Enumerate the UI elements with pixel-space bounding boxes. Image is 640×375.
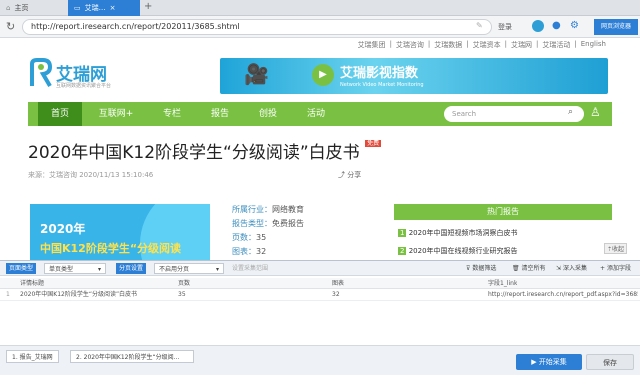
save-button[interactable]: 保存 [586,354,634,370]
column-header[interactable]: 详情标题 [20,278,44,289]
hot-reports-header: 热门报告 [394,204,612,220]
play-icon: ▶ [531,358,537,366]
page-icon: ▭ [74,4,81,12]
browser-tab-bar: ⌂ 主页 ▭ 艾瑞… × + [0,0,640,16]
bottom-bar: 1. 报告_艾瑞网 2. 2020年中国K12阶段学生“分级阅... ▶ 开始采… [0,345,640,375]
tab-home[interactable]: ⌂ 主页 [0,0,68,16]
paging-select[interactable]: 不启用分页 ▾ [154,263,224,274]
camera-icon: 🎥 [244,62,269,86]
top-link[interactable]: 艾瑞网 [511,40,532,50]
report-cover[interactable]: 2020年 中国K12阶段学生“分级阅读 [30,204,210,260]
nav-report[interactable]: 报告 [200,102,240,126]
paging-label: 分页设置 [116,263,147,274]
url-field[interactable]: http://report.iresearch.cn/report/202011… [22,19,492,35]
page-type-label: 页面类型 [6,263,37,274]
cell-title[interactable]: 2020年中国K12阶段学生“分级阅读”白皮书 [20,289,172,300]
share-icon: ⤴ [338,171,345,179]
collapse-button[interactable]: ⇡收起 [604,243,628,254]
top-links: 艾瑞集团 | 艾瑞咨询 | 艾瑞数据 | 艾瑞资本 | 艾瑞网 | 艾瑞活动 | Engli… [357,40,606,50]
free-badge: 免费 [365,140,382,147]
filter-icon: ⊽ [466,265,471,272]
ad-banner[interactable]: 🎥 ▶ 艾瑞影视指数 Network Video Market Monitori… [220,58,608,94]
table-header: 详情标题 页数 图表 字段1_link [0,278,640,289]
step-tab[interactable]: 1. 报告_艾瑞网 [6,350,59,363]
search-icon[interactable]: ⌕ [568,107,573,117]
info-type: 报告类型：免费报告 [232,219,304,228]
hot-report-item[interactable]: 1 2020年中国短视频市场洞察白皮书 [398,228,518,238]
login-link[interactable]: 登录 [498,22,512,32]
cell-pages[interactable]: 35 [178,289,186,300]
panel-toolbar: 页面类型 单页类型 ▾ 分页设置 不启用分页 ▾ 设置采集范围 ⊽ 数据筛选 🗑 清… [0,261,640,276]
step-tab[interactable]: 2. 2020年中国K12阶段学生“分级阅... [70,350,194,363]
top-link[interactable]: 艾瑞活动 [542,40,570,50]
chevron-down-icon: ▾ [97,266,101,273]
table-row[interactable]: 1 2020年中国K12阶段学生“分级阅读”白皮书 35 32 http://r… [0,289,640,301]
column-header[interactable]: 页数 [178,278,190,289]
column-header[interactable]: 图表 [332,278,344,289]
page-type-select[interactable]: 单页类型 ▾ [44,263,106,274]
row-index: 1 [6,291,10,298]
main-nav: 首页 互联网+ 专栏 报告 创投 活动 Search ⌕ ♙ [28,102,612,126]
cell-charts[interactable]: 32 [332,289,340,300]
article-meta: 来源：艾瑞咨询 2020/11/13 15:10:46 [28,171,154,179]
top-link[interactable]: 艾瑞集团 [358,40,386,50]
article-title: 2020年中国K12阶段学生“分级阅读”白皮书 免费 [28,140,382,163]
deep-icon: ⇲ [556,265,562,272]
nav-events[interactable]: 活动 [296,102,336,126]
nav-venture[interactable]: 创投 [248,102,288,126]
extension-icon[interactable] [532,20,544,32]
web-page: 艾瑞集团 | 艾瑞咨询 | 艾瑞数据 | 艾瑞资本 | 艾瑞网 | 艾瑞活动 | Engli… [0,38,640,260]
top-link[interactable]: 艾瑞数据 [434,40,462,50]
deep-collect-button[interactable]: ⇲ 深入采集 [556,263,587,274]
cell-link[interactable]: http://report.iresearch.cn/report_pdf.as… [488,289,638,300]
new-tab-button[interactable]: + [144,1,152,12]
close-icon[interactable]: × [110,4,116,12]
web-browser-toggle[interactable]: 网页浏览器 [594,19,638,35]
top-link[interactable]: 艾瑞咨询 [396,40,424,50]
user-icon[interactable]: ● [552,20,561,31]
search-input[interactable]: Search [444,106,584,122]
logo-mark-icon [30,58,53,88]
filter-button[interactable]: ⊽ 数据筛选 [466,263,496,274]
plus-icon: + [600,265,606,272]
auto-detect-button[interactable]: 设置采集范围 [232,263,268,274]
clear-all-button[interactable]: 🗑 清空所有 [512,263,546,274]
settings-icon[interactable]: ⚙ [570,20,579,31]
nav-internet[interactable]: 互联网+ [88,102,144,126]
nav-home[interactable]: 首页 [38,102,82,126]
nav-column[interactable]: 专栏 [152,102,192,126]
add-field-button[interactable]: + 添加字段 [600,263,631,274]
play-icon: ▶ [312,64,334,86]
tab-iresearch[interactable]: ▭ 艾瑞… × [68,0,140,16]
start-collect-button[interactable]: ▶ 开始采集 [516,354,582,370]
top-link[interactable]: English [581,40,606,50]
info-pages: 页数：35 [232,233,267,242]
chevron-down-icon: ▾ [215,266,219,273]
info-industry: 所属行业：网络教育 [232,205,304,214]
trash-icon: 🗑 [512,265,520,272]
edit-icon[interactable]: ✎ [476,21,483,30]
hot-report-item[interactable]: 2 2020年中国在线视频行业研究报告 [398,246,518,256]
info-charts: 图表：32 [232,247,267,256]
home-icon: ⌂ [6,4,11,12]
share-button[interactable]: ⤴ 分享 [338,170,361,180]
column-header[interactable]: 字段1_link [488,278,517,289]
user-icon[interactable]: ♙ [590,105,601,119]
site-logo[interactable]: 艾瑞网 互联网数据资讯聚合平台 [28,58,148,90]
address-bar: ↻ http://report.iresearch.cn/report/2020… [0,16,640,38]
top-link[interactable]: 艾瑞资本 [473,40,501,50]
refresh-icon[interactable]: ↻ [6,20,15,33]
